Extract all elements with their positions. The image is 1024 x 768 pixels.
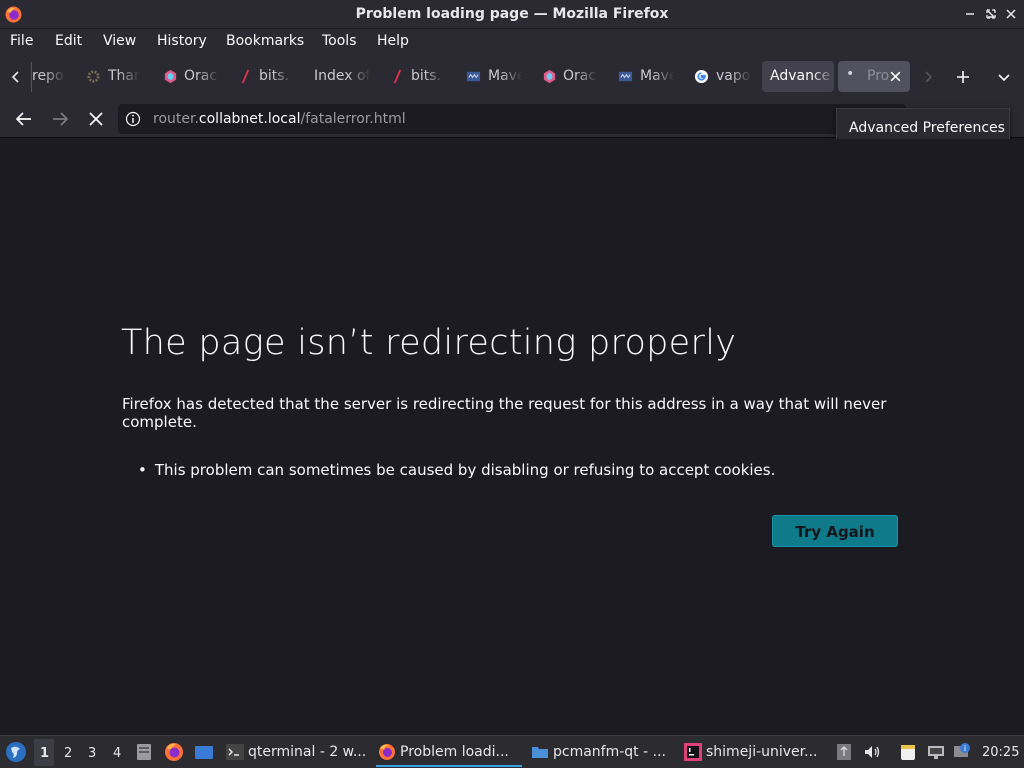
tab[interactable]: vapo xyxy=(692,61,752,92)
tab[interactable]: bits. xyxy=(236,61,294,92)
tab[interactable]: repo xyxy=(32,61,66,92)
url-path: /fatalerror.html xyxy=(300,111,406,127)
hexagon-icon xyxy=(543,69,556,84)
tab-label: bits. xyxy=(411,68,442,84)
bullet-icon: • xyxy=(138,461,147,479)
volume-icon[interactable] xyxy=(862,742,882,762)
url-text[interactable]: router.collabnet.local/fatalerror.html xyxy=(153,111,406,127)
tab-current[interactable]: • Pro xyxy=(838,61,910,92)
clipboard-tray-icon[interactable] xyxy=(834,742,854,762)
url-domain: collabnet.local xyxy=(198,111,301,127)
tab[interactable]: bits. xyxy=(388,61,446,92)
task-firefox[interactable]: Problem loadi... xyxy=(376,738,522,767)
tab[interactable]: Index of xyxy=(312,61,370,92)
maven-icon xyxy=(466,71,481,82)
network-icon[interactable] xyxy=(926,742,946,762)
desktop-4[interactable]: 4 xyxy=(113,746,121,761)
error-title: The page isn’t redirecting properly xyxy=(121,323,737,363)
task-label: Problem loadi... xyxy=(400,744,509,760)
back-arrow-icon[interactable] xyxy=(13,108,35,130)
tab[interactable]: Orac xyxy=(160,61,220,92)
slash-icon xyxy=(241,69,250,84)
maven-icon xyxy=(618,71,633,82)
menu-bar: File Edit View History Bookmarks Tools H… xyxy=(0,29,1024,54)
start-menu-icon[interactable] xyxy=(5,741,27,763)
forward-arrow-icon[interactable] xyxy=(49,108,71,130)
update-notifier-icon[interactable]: i xyxy=(952,742,972,762)
tab[interactable]: Mave xyxy=(464,61,522,92)
notes-icon[interactable] xyxy=(898,742,918,762)
close-window-icon[interactable] xyxy=(1003,6,1019,22)
menu-view[interactable]: View xyxy=(103,33,136,49)
tab-label: Mave xyxy=(488,68,522,84)
menu-help[interactable]: Help xyxy=(377,33,409,49)
tab[interactable]: Thar xyxy=(82,61,140,92)
tab-label: Orac xyxy=(184,68,218,84)
scroll-tabs-right-icon[interactable] xyxy=(920,69,936,85)
url-bar[interactable]: router.collabnet.local/fatalerror.html xyxy=(118,104,906,134)
menu-file[interactable]: File xyxy=(10,33,33,49)
tab[interactable]: Mave xyxy=(616,61,674,92)
task-qterminal[interactable]: qterminal - 2 w... xyxy=(224,738,370,767)
folder-icon xyxy=(532,747,548,758)
slash-icon xyxy=(393,69,402,84)
task-pcmanfm[interactable]: pcmanfm-qt - ... xyxy=(529,738,675,767)
close-tab-icon[interactable] xyxy=(889,70,902,83)
firefox-icon xyxy=(379,744,395,760)
clock: 20:25 xyxy=(982,745,1020,760)
terminal-icon xyxy=(226,744,244,760)
tab-label: Advance xyxy=(770,68,831,84)
minimize-icon[interactable] xyxy=(962,6,978,22)
title-bar: Problem loading page — Mozilla Firefox xyxy=(0,0,1024,29)
url-prefix: router. xyxy=(153,111,199,127)
dot-icon: • xyxy=(846,66,855,82)
desktop-2[interactable]: 2 xyxy=(64,746,72,761)
show-desktop-icon[interactable] xyxy=(194,742,214,762)
desktop-1[interactable]: 1 xyxy=(40,746,49,761)
menu-edit[interactable]: Edit xyxy=(55,33,82,49)
error-hint: • This problem can sometimes be caused by… xyxy=(138,461,775,479)
tab-label: Pro xyxy=(867,68,890,84)
task-intellij[interactable]: shimeji-univer... xyxy=(682,738,828,767)
error-page: The page isn’t redirecting properly Fire… xyxy=(0,139,1024,711)
task-label: pcmanfm-qt - ... xyxy=(553,744,666,760)
intellij-icon xyxy=(684,743,702,761)
new-tab-icon[interactable] xyxy=(955,69,971,85)
tab-label: Mave xyxy=(640,68,674,84)
restore-icon[interactable] xyxy=(983,6,999,22)
error-hint-text: This problem can sometimes be caused by … xyxy=(154,461,776,479)
tooltip-text: Advanced Preferences xyxy=(849,120,1005,136)
list-all-tabs-icon[interactable] xyxy=(996,69,1012,85)
menu-tools[interactable]: Tools xyxy=(322,33,357,49)
info-circle-icon[interactable] xyxy=(125,111,141,127)
tab-label: bits. xyxy=(259,68,290,84)
tab-strip: repo Thar Orac bits. Index of bits. Mave… xyxy=(0,54,1024,100)
tab[interactable]: Advance xyxy=(762,61,834,92)
tab-label: Index of xyxy=(314,68,370,84)
scroll-tabs-left-icon[interactable] xyxy=(8,69,24,85)
tab-label: repo xyxy=(32,68,64,84)
task-label: shimeji-univer... xyxy=(706,744,818,760)
tab-label: Thar xyxy=(108,68,140,84)
svg-text:i: i xyxy=(964,744,966,753)
window-title: Problem loading page — Mozilla Firefox xyxy=(355,6,669,22)
desktop-3[interactable]: 3 xyxy=(88,746,96,761)
menu-bookmarks[interactable]: Bookmarks xyxy=(226,33,304,49)
tab-label: Orac xyxy=(563,68,597,84)
gear-icon xyxy=(87,70,100,83)
tab-label: vapo xyxy=(716,68,751,84)
menu-history[interactable]: History xyxy=(157,33,207,49)
task-label: qterminal - 2 w... xyxy=(248,744,367,760)
taskbar: 1 2 3 4 qterminal - 2 w... Problem loadi… xyxy=(0,735,1024,768)
stop-loading-icon[interactable] xyxy=(85,108,107,130)
google-icon xyxy=(694,69,709,84)
tab[interactable]: Orac xyxy=(540,61,598,92)
error-description: Firefox has detected that the server is … xyxy=(122,395,887,431)
try-again-button[interactable]: Try Again xyxy=(772,515,898,547)
hexagon-icon xyxy=(164,69,177,84)
firefox-launcher-icon[interactable] xyxy=(164,742,184,762)
file-manager-launcher-icon[interactable] xyxy=(134,742,154,762)
